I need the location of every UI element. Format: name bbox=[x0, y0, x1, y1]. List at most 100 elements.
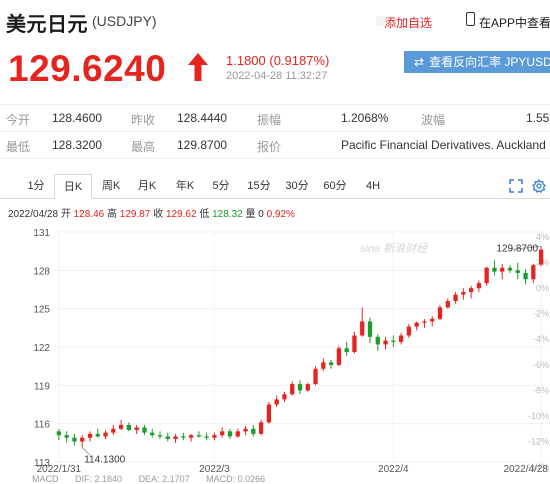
tab-30min[interactable]: 30分 bbox=[280, 174, 314, 198]
add-favorite-link[interactable]: 添加自选 bbox=[376, 14, 432, 31]
candle-body bbox=[150, 432, 155, 436]
ohlc-low-label: 低 bbox=[199, 209, 210, 220]
current-price: 129.6240 bbox=[8, 48, 167, 89]
pct-tick-label: 0% bbox=[536, 283, 549, 293]
stats-row: 今开 128.4600 昨收 128.4440 振幅 1.2068% 波幅 1.… bbox=[0, 104, 550, 132]
candle-body bbox=[445, 301, 450, 308]
reverse-rate-button[interactable]: ⇄ 查看反向汇率 JPYUSD bbox=[404, 51, 550, 73]
candle-body bbox=[220, 431, 225, 436]
pair-title: 美元日元 bbox=[6, 14, 88, 36]
candle-body bbox=[243, 428, 248, 432]
pct-tick-label: -10% bbox=[528, 411, 549, 421]
macd-value: MACD: 0.0266 bbox=[206, 474, 266, 484]
candle-body bbox=[282, 394, 287, 400]
price-change: 1.1800 (0.9187%) bbox=[226, 53, 330, 68]
candle-body bbox=[204, 436, 209, 438]
macd-label: MACD bbox=[32, 474, 59, 484]
candle-body bbox=[235, 431, 240, 437]
candle-body bbox=[422, 321, 427, 323]
candle-body bbox=[95, 433, 100, 437]
candle-body bbox=[383, 340, 388, 345]
ohlc-low: 128.32 bbox=[212, 209, 243, 220]
candle-body bbox=[251, 428, 256, 434]
candle-body bbox=[352, 335, 357, 353]
stat-value: 128.3200 bbox=[52, 138, 103, 152]
ohlc-open: 128.46 bbox=[73, 209, 105, 220]
stat-value: Pacific Financial Derivatives. Auckland bbox=[341, 138, 546, 152]
candle-body bbox=[538, 249, 544, 265]
candle-body bbox=[212, 435, 217, 438]
min-label: 114.1300 bbox=[84, 455, 125, 466]
candle-body bbox=[391, 340, 396, 342]
candle-body bbox=[157, 435, 163, 437]
candle-body bbox=[430, 318, 435, 322]
stat-value: 1.2068% bbox=[341, 111, 389, 125]
candle-body bbox=[468, 288, 474, 293]
candle-body bbox=[344, 348, 349, 353]
x-tick-label: 2022/3 bbox=[199, 464, 230, 474]
candle-body bbox=[126, 424, 132, 431]
settings-icon[interactable] bbox=[532, 179, 546, 193]
y-tick-label: 125 bbox=[33, 305, 50, 316]
sina-watermark: sina 新浪财经 bbox=[360, 242, 428, 255]
candle-body bbox=[111, 428, 116, 433]
tab-1min[interactable]: 1分 bbox=[20, 174, 52, 198]
candle-body bbox=[274, 399, 279, 405]
candle-body bbox=[531, 265, 536, 280]
tab-4h[interactable]: 4H bbox=[357, 174, 389, 198]
candle-body bbox=[80, 437, 85, 442]
candle-body bbox=[87, 433, 93, 438]
tab-15min[interactable]: 15分 bbox=[242, 174, 276, 198]
stat-value: 1.55 bbox=[526, 111, 550, 125]
candle-body bbox=[266, 404, 272, 423]
candle-body bbox=[103, 432, 108, 437]
macd-dea: DEA: 2.1707 bbox=[138, 474, 190, 484]
candle-body bbox=[336, 348, 342, 365]
tab-monthly-k[interactable]: 月K bbox=[131, 174, 163, 198]
stat-value: 128.4600 bbox=[52, 111, 103, 125]
tab-daily-k[interactable]: 日K bbox=[54, 174, 92, 199]
view-in-app-link[interactable]: 在APP中查看 bbox=[479, 14, 550, 31]
macd-dif: DIF: 2.1840 bbox=[75, 474, 123, 484]
ohlc-high: 129.87 bbox=[119, 209, 151, 220]
candle-body bbox=[515, 270, 520, 273]
ohlc-change: 0.92% bbox=[266, 209, 295, 220]
candle-body bbox=[437, 307, 443, 319]
stat-label: 昨收 bbox=[131, 113, 156, 127]
fullscreen-icon[interactable] bbox=[509, 179, 523, 193]
stat-value: 129.8700 bbox=[177, 138, 228, 152]
candle-body bbox=[64, 435, 69, 438]
ohlc-readout: 2022/04/28 开 128.46 高 129.87 收 129.62 低 … bbox=[8, 205, 295, 220]
candle-body bbox=[134, 427, 139, 431]
candle-body bbox=[56, 431, 62, 436]
candle-body bbox=[367, 321, 373, 337]
phone-icon bbox=[466, 12, 475, 26]
stat-value: 128.4440 bbox=[177, 111, 228, 125]
stat-label: 波幅 bbox=[421, 113, 446, 127]
stat-label: 报价 bbox=[257, 140, 282, 154]
period-tabs: 1分 日K 周K 月K 年K 5分 15分 30分 60分 4H bbox=[0, 174, 550, 199]
candle-body bbox=[72, 437, 77, 442]
candle-body bbox=[165, 436, 170, 439]
candle-body bbox=[196, 435, 202, 437]
candle-body bbox=[181, 436, 186, 438]
candle-body bbox=[406, 326, 412, 336]
candle-body bbox=[414, 322, 419, 327]
tab-60min[interactable]: 60分 bbox=[318, 174, 352, 198]
tab-5min[interactable]: 5分 bbox=[205, 174, 237, 198]
candle-body bbox=[453, 294, 458, 301]
tab-weekly-k[interactable]: 周K bbox=[95, 174, 127, 198]
pct-tick-label: -12% bbox=[528, 436, 549, 446]
stats-row: 最低 128.3200 最高 129.8700 报价 Pacific Finan… bbox=[0, 132, 550, 159]
candle-body bbox=[173, 436, 178, 439]
candle-body bbox=[321, 362, 326, 369]
candle-body bbox=[328, 362, 334, 365]
stats-table: 今开 128.4600 昨收 128.4440 振幅 1.2068% 波幅 1.… bbox=[0, 104, 550, 159]
quote-header: 美元日元 (USDJPY) 添加自选 在APP中查看 bbox=[0, 0, 550, 40]
tab-yearly-k[interactable]: 年K bbox=[169, 174, 201, 198]
quote-timestamp: 2022-04-28 11:32:27 bbox=[226, 70, 328, 82]
candlestick-chart[interactable]: 1311281251221191161134%2%0%-2%-4%-6%-8%-… bbox=[0, 222, 550, 474]
stat-label: 最低 bbox=[6, 140, 31, 154]
candle-body bbox=[313, 368, 318, 385]
candle-body bbox=[305, 384, 310, 391]
